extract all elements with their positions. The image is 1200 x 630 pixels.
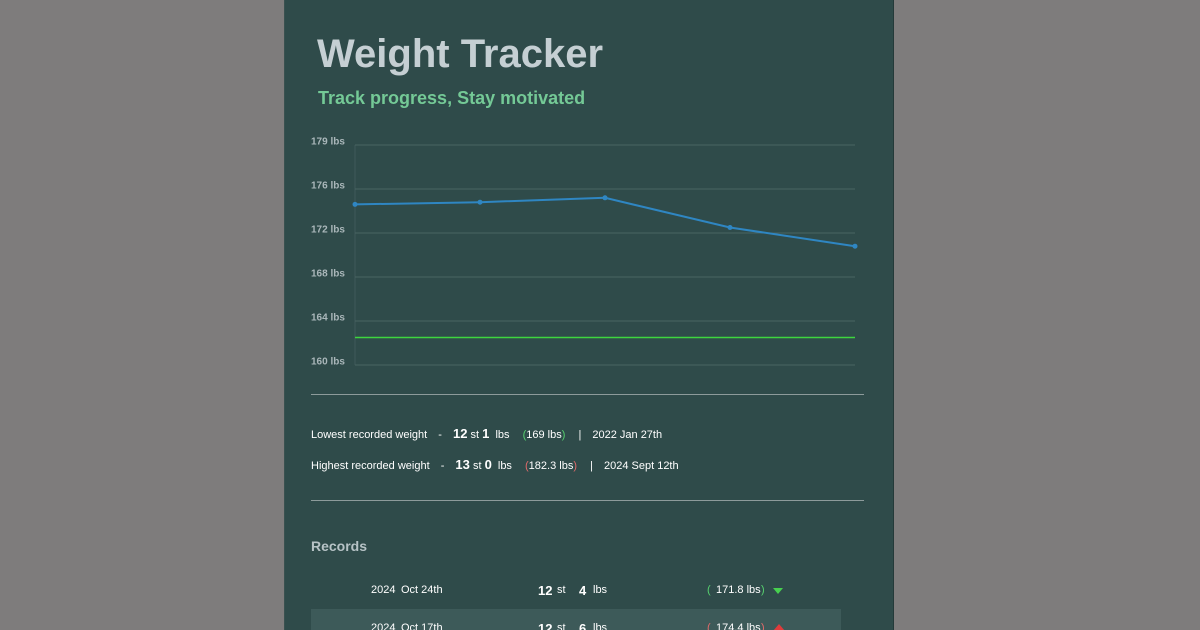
tracker-panel: Weight Tracker Track progress, Stay moti… bbox=[284, 0, 894, 630]
highest-lbs-unit: lbs bbox=[497, 460, 512, 472]
record-year: 2024 bbox=[371, 584, 396, 596]
data-point bbox=[852, 243, 858, 249]
data-point bbox=[352, 201, 358, 207]
record-total: 174.4 lbs bbox=[716, 622, 761, 630]
y-tick-label: 160 lbs bbox=[311, 357, 345, 368]
record-pounds: 6 bbox=[579, 621, 587, 630]
record-lbs-unit: lbs bbox=[593, 584, 608, 596]
data-point bbox=[477, 199, 483, 205]
highest-total: 182.3 lbs bbox=[528, 460, 574, 472]
record-lbs-unit: lbs bbox=[593, 622, 608, 630]
highest-close-paren: ) bbox=[573, 460, 577, 472]
record-open-paren: ( bbox=[707, 584, 711, 596]
highest-st-unit: st bbox=[472, 460, 482, 472]
highest-weight-stat: Highest recorded weight - 13 st 0 lbs (1… bbox=[311, 457, 679, 472]
record-open-paren: ( bbox=[707, 622, 711, 630]
records-heading: Records bbox=[311, 538, 368, 554]
record-st-unit: st bbox=[557, 584, 566, 596]
record-date: Oct 17th bbox=[401, 622, 443, 630]
lowest-dash: - bbox=[438, 429, 442, 441]
data-point bbox=[602, 195, 608, 201]
y-tick-label: 179 lbs bbox=[311, 137, 345, 148]
data-point bbox=[727, 225, 733, 230]
divider bbox=[311, 500, 864, 501]
lowest-label: Lowest recorded weight bbox=[311, 429, 428, 441]
record-close-paren: ) bbox=[761, 584, 765, 596]
record-st-unit: st bbox=[557, 622, 566, 630]
record-year: 2024 bbox=[371, 622, 396, 630]
weight-chart: 179 lbs 176 lbs 172 lbs 168 lbs 164 lbs 160 l… bbox=[311, 137, 858, 368]
page-subtitle: Track progress, Stay motivated bbox=[318, 88, 586, 108]
record-pounds: 4 bbox=[579, 583, 587, 598]
y-tick-label: 176 lbs bbox=[311, 181, 345, 192]
record-stone: 12 bbox=[538, 621, 553, 630]
lowest-lbs-unit: lbs bbox=[495, 429, 510, 441]
y-tick-label: 172 lbs bbox=[311, 225, 345, 236]
record-total: 171.8 lbs bbox=[716, 584, 761, 596]
highest-pounds: 0 bbox=[484, 457, 492, 472]
highest-dash: - bbox=[440, 460, 445, 472]
lowest-st-unit: st bbox=[470, 429, 480, 441]
record-stone: 12 bbox=[538, 583, 553, 598]
record-close-paren: ) bbox=[761, 622, 765, 630]
record-row[interactable]: 2024 Oct 24th 12 st 4 lbs ( 171.8 lbs ) bbox=[311, 571, 841, 609]
record-date: Oct 24th bbox=[401, 584, 443, 596]
highest-date: 2024 Sept 12th bbox=[603, 460, 679, 472]
lowest-date: 2022 Jan 27th bbox=[592, 429, 663, 441]
highest-separator: | bbox=[590, 460, 593, 472]
lowest-weight-stat: Lowest recorded weight - 12 st 1 lbs (16… bbox=[311, 426, 662, 441]
page-title: Weight Tracker bbox=[317, 32, 604, 76]
lowest-stone: 12 bbox=[452, 426, 468, 441]
lowest-total: 169 lbs bbox=[526, 429, 562, 441]
highest-label: Highest recorded weight bbox=[311, 460, 430, 472]
y-tick-label: 168 lbs bbox=[311, 269, 345, 280]
weight-series-line bbox=[354, 196, 856, 248]
highest-stone: 13 bbox=[455, 457, 470, 472]
trend-up-icon bbox=[773, 621, 785, 630]
record-row[interactable]: 2024 Oct 17th 12 st 6 lbs ( 174.4 lbs ) bbox=[311, 609, 841, 630]
lowest-close-paren: ) bbox=[561, 429, 566, 441]
y-tick-label: 164 lbs bbox=[311, 313, 345, 324]
lowest-separator: | bbox=[578, 429, 582, 441]
divider bbox=[311, 394, 864, 395]
lowest-pounds: 1 bbox=[482, 426, 490, 441]
trend-down-icon bbox=[773, 585, 783, 597]
